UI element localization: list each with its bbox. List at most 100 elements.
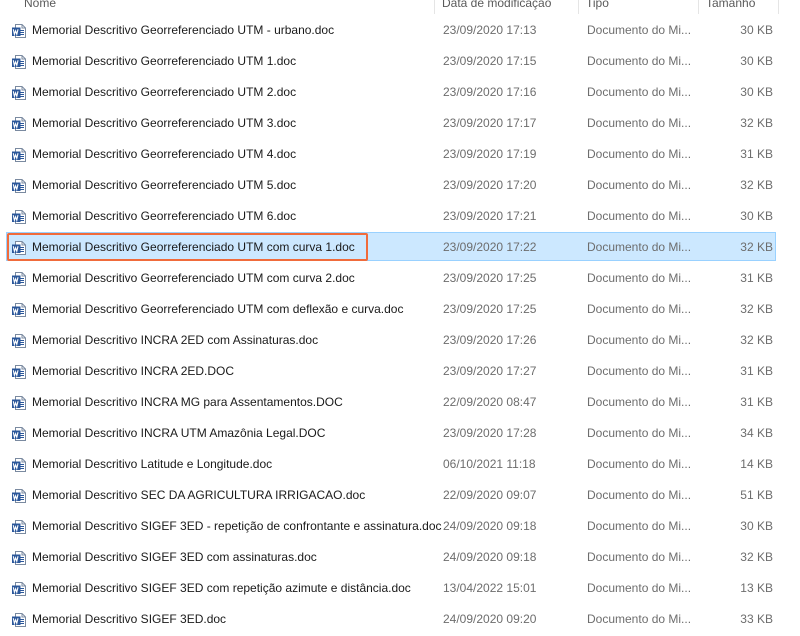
file-type: Documento do Mi...: [587, 364, 692, 378]
file-modified-date: 23/09/2020 17:27: [443, 364, 537, 378]
file-name: Memorial Descritivo Georreferenciado UTM…: [32, 302, 404, 316]
word-document-icon: [12, 396, 26, 410]
file-row[interactable]: Memorial Descritivo Georreferenciado UTM…: [6, 294, 776, 323]
file-name: Memorial Descritivo INCRA UTM Amazônia L…: [32, 426, 326, 440]
file-type: Documento do Mi...: [587, 426, 692, 440]
word-document-icon: [12, 458, 26, 472]
file-row[interactable]: Memorial Descritivo SIGEF 3ED com repeti…: [6, 573, 776, 602]
file-type: Documento do Mi...: [587, 612, 692, 626]
file-row[interactable]: Memorial Descritivo Georreferenciado UTM…: [6, 77, 776, 106]
word-document-icon: [12, 272, 26, 286]
word-document-icon: [12, 489, 26, 503]
file-size: 30 KB: [740, 85, 773, 99]
file-modified-date: 23/09/2020 17:22: [443, 240, 537, 254]
file-name: Memorial Descritivo Georreferenciado UTM…: [32, 23, 335, 37]
file-row[interactable]: Memorial Descritivo Georreferenciado UTM…: [6, 15, 776, 44]
file-row[interactable]: Memorial Descritivo INCRA UTM Amazônia L…: [6, 418, 776, 447]
file-modified-date: 23/09/2020 17:28: [443, 426, 537, 440]
word-document-icon: [12, 303, 26, 317]
file-type: Documento do Mi...: [587, 333, 692, 347]
file-type: Documento do Mi...: [587, 54, 692, 68]
file-modified-date: 23/09/2020 17:25: [443, 302, 537, 316]
file-row[interactable]: Memorial Descritivo Georreferenciado UTM…: [6, 201, 776, 230]
file-name: Memorial Descritivo Georreferenciado UTM…: [32, 54, 297, 68]
file-name: Memorial Descritivo Georreferenciado UTM…: [32, 271, 355, 285]
file-size: 32 KB: [740, 550, 773, 564]
file-name: Memorial Descritivo SIGEF 3ED com assina…: [32, 550, 317, 564]
file-size: 32 KB: [740, 240, 773, 254]
file-size: 51 KB: [740, 488, 773, 502]
file-row[interactable]: Memorial Descritivo Georreferenciado UTM…: [6, 108, 776, 137]
column-header-size[interactable]: Tamanho: [700, 0, 778, 14]
file-size: 30 KB: [740, 519, 773, 533]
file-size: 30 KB: [740, 209, 773, 223]
file-type: Documento do Mi...: [587, 209, 692, 223]
file-name: Memorial Descritivo SEC DA AGRICULTURA I…: [32, 488, 366, 502]
file-type: Documento do Mi...: [587, 457, 692, 471]
file-type: Documento do Mi...: [587, 23, 692, 37]
file-row[interactable]: Memorial Descritivo SIGEF 3ED.doc 24/09/…: [6, 604, 776, 633]
file-row[interactable]: Memorial Descritivo INCRA MG para Assent…: [6, 387, 776, 416]
word-document-icon: [12, 241, 26, 255]
file-row[interactable]: Memorial Descritivo SEC DA AGRICULTURA I…: [6, 480, 776, 509]
file-modified-date: 23/09/2020 17:13: [443, 23, 537, 37]
word-document-icon: [12, 24, 26, 38]
file-row[interactable]: Memorial Descritivo SIGEF 3ED com assina…: [6, 542, 776, 571]
word-document-icon: [12, 334, 26, 348]
file-size: 31 KB: [740, 395, 773, 409]
file-row[interactable]: Memorial Descritivo Georreferenciado UTM…: [6, 139, 776, 168]
file-size: 14 KB: [740, 457, 773, 471]
file-row[interactable]: Memorial Descritivo INCRA 2ED com Assina…: [6, 325, 776, 354]
file-size: 33 KB: [740, 612, 773, 626]
file-name: Memorial Descritivo Latitude e Longitude…: [32, 457, 273, 471]
file-modified-date: 22/09/2020 09:07: [443, 488, 537, 502]
word-document-icon: [12, 427, 26, 441]
file-size: 34 KB: [740, 426, 773, 440]
column-header-date[interactable]: Data de modificação: [436, 0, 578, 14]
file-row[interactable]: Memorial Descritivo SIGEF 3ED - repetiçã…: [6, 511, 776, 540]
file-size: 31 KB: [740, 364, 773, 378]
file-type: Documento do Mi...: [587, 302, 692, 316]
word-document-icon: [12, 520, 26, 534]
column-header-name[interactable]: Nome: [18, 0, 434, 14]
file-name: Memorial Descritivo INCRA MG para Assent…: [32, 395, 343, 409]
file-size: 31 KB: [740, 271, 773, 285]
column-divider[interactable]: [698, 0, 699, 14]
file-modified-date: 23/09/2020 17:16: [443, 85, 537, 99]
file-modified-date: 23/09/2020 17:26: [443, 333, 537, 347]
file-name: Memorial Descritivo Georreferenciado UTM…: [32, 178, 297, 192]
column-divider[interactable]: [578, 0, 579, 14]
file-name: Memorial Descritivo SIGEF 3ED.doc: [32, 612, 227, 626]
file-type: Documento do Mi...: [587, 240, 692, 254]
file-type: Documento do Mi...: [587, 519, 692, 533]
column-divider[interactable]: [778, 0, 779, 14]
file-row[interactable]: Memorial Descritivo Georreferenciado UTM…: [6, 46, 776, 75]
column-header-bar: Nome Data de modificação Tipo Tamanho: [0, 0, 800, 14]
file-type: Documento do Mi...: [587, 550, 692, 564]
file-size: 13 KB: [740, 581, 773, 595]
file-name: Memorial Descritivo SIGEF 3ED com repeti…: [32, 581, 411, 595]
file-row[interactable]: Memorial Descritivo INCRA 2ED.DOC 23/09/…: [6, 356, 776, 385]
file-row[interactable]: Memorial Descritivo Latitude e Longitude…: [6, 449, 776, 478]
column-divider[interactable]: [434, 0, 435, 14]
file-size: 30 KB: [740, 54, 773, 68]
column-header-type[interactable]: Tipo: [580, 0, 698, 14]
file-type: Documento do Mi...: [587, 488, 692, 502]
file-type: Documento do Mi...: [587, 116, 692, 130]
file-name: Memorial Descritivo INCRA 2ED.DOC: [32, 364, 235, 378]
word-document-icon: [12, 148, 26, 162]
file-row[interactable]: Memorial Descritivo Georreferenciado UTM…: [6, 170, 776, 199]
word-document-icon: [12, 551, 26, 565]
file-modified-date: 23/09/2020 17:17: [443, 116, 537, 130]
file-modified-date: 23/09/2020 17:25: [443, 271, 537, 285]
file-type: Documento do Mi...: [587, 395, 692, 409]
file-name: Memorial Descritivo SIGEF 3ED - repetiçã…: [32, 519, 442, 533]
word-document-icon: [12, 582, 26, 596]
file-type: Documento do Mi...: [587, 581, 692, 595]
file-modified-date: 23/09/2020 17:21: [443, 209, 537, 223]
word-document-icon: [12, 117, 26, 131]
file-row[interactable]: Memorial Descritivo Georreferenciado UTM…: [6, 263, 776, 292]
file-type: Documento do Mi...: [587, 147, 692, 161]
file-row-selected[interactable]: Memorial Descritivo Georreferenciado UTM…: [6, 232, 776, 261]
file-size: 32 KB: [740, 333, 773, 347]
